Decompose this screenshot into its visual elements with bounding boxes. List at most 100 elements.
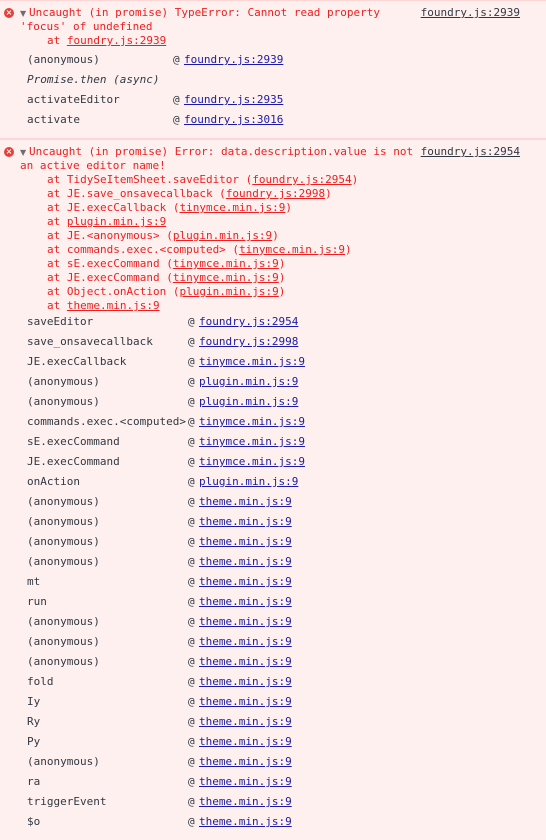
call-stack-frame[interactable]: Iy @ theme.min.js:9 — [27, 694, 507, 710]
frame-function-name: activate — [27, 113, 80, 126]
frame-location-link[interactable]: theme.min.js:9 — [199, 714, 292, 730]
call-stack-frame[interactable]: activateEditor @ foundry.js:2935 — [27, 92, 507, 108]
call-stack-frame[interactable]: (anonymous) @ theme.min.js:9 — [27, 634, 507, 650]
expand-triangle-icon[interactable]: ▼ — [20, 148, 26, 157]
frame-function-name: onAction — [27, 475, 80, 488]
stack-location-link[interactable]: plugin.min.js:9 — [67, 215, 166, 228]
frame-location-link[interactable]: theme.min.js:9 — [199, 794, 292, 810]
frame-location-link[interactable]: foundry.js:2998 — [199, 334, 298, 350]
call-stack-frame[interactable]: run @ theme.min.js:9 — [27, 594, 507, 610]
call-stack-frame[interactable]: (anonymous) @ theme.min.js:9 — [27, 514, 507, 530]
at-symbol: @ — [188, 815, 195, 828]
frame-location-link[interactable]: theme.min.js:9 — [199, 654, 292, 670]
at-symbol: @ — [188, 395, 195, 408]
call-stack-frame[interactable]: (anonymous) @ theme.min.js:9 — [27, 534, 507, 550]
stack-location-link[interactable]: foundry.js:2954 — [252, 173, 351, 186]
frame-function-name: (anonymous) — [27, 655, 100, 668]
call-stack-frame[interactable]: (anonymous) @ theme.min.js:9 — [27, 614, 507, 630]
error-source-link[interactable]: foundry.js:2954 — [421, 145, 520, 159]
stack-location-link[interactable]: theme.min.js:9 — [67, 299, 160, 312]
stack-location-link[interactable]: foundry.js:2939 — [67, 34, 166, 47]
call-stack-frame[interactable]: Py @ theme.min.js:9 — [27, 734, 507, 750]
frame-location-link[interactable]: foundry.js:3016 — [184, 112, 283, 128]
frame-location-link[interactable]: foundry.js:2954 — [199, 314, 298, 330]
frame-location-link[interactable]: plugin.min.js:9 — [199, 474, 298, 490]
stack-location-link[interactable]: tinymce.min.js:9 — [173, 257, 279, 270]
call-stack-frame[interactable]: JE.execCallback @ tinymce.min.js:9 — [27, 354, 507, 370]
call-stack-frame[interactable]: fold @ theme.min.js:9 — [27, 674, 507, 690]
frame-function-name: (anonymous) — [27, 495, 100, 508]
at-symbol: @ — [173, 113, 180, 126]
frame-location-link[interactable]: foundry.js:2939 — [184, 52, 283, 68]
stack-location-link[interactable]: foundry.js:2998 — [226, 187, 325, 200]
frame-location-link[interactable]: tinymce.min.js:9 — [199, 414, 305, 430]
error-message-line: an active editor name! — [20, 159, 166, 172]
call-stack-frame[interactable]: (anonymous) @ foundry.js:2939 — [27, 52, 507, 68]
frame-location-link[interactable]: theme.min.js:9 — [199, 814, 292, 830]
frame-location-link[interactable]: theme.min.js:9 — [199, 494, 292, 510]
stack-location-link[interactable]: tinymce.min.js:9 — [179, 201, 285, 214]
stack-trace-line: at plugin.min.js:9 — [47, 215, 167, 228]
stack-trace-line: at JE.save_onsavecallback (foundry.js:29… — [47, 187, 332, 200]
error-icon: × — [4, 8, 14, 18]
stack-location-link[interactable]: tinymce.min.js:9 — [239, 243, 345, 256]
call-stack-frame[interactable]: $o @ theme.min.js:9 — [27, 814, 507, 830]
frame-function-name: sE.execCommand — [27, 435, 120, 448]
stack-location-link[interactable]: tinymce.min.js:9 — [173, 271, 279, 284]
frame-location-link[interactable]: tinymce.min.js:9 — [199, 354, 305, 370]
frame-location-link[interactable]: theme.min.js:9 — [199, 694, 292, 710]
frame-location-link[interactable]: theme.min.js:9 — [199, 614, 292, 630]
call-stack-frame[interactable]: commands.exec.<computed> @ tinymce.min.js:… — [27, 414, 507, 430]
frame-location-link[interactable]: theme.min.js:9 — [199, 754, 292, 770]
stack-trace-line: at sE.execCommand (tinymce.min.js:9) — [47, 257, 286, 270]
frame-location-link[interactable]: plugin.min.js:9 — [199, 394, 298, 410]
at-symbol: @ — [188, 355, 195, 368]
call-stack-frame[interactable]: (anonymous) @ theme.min.js:9 — [27, 494, 507, 510]
frame-location-link[interactable]: theme.min.js:9 — [199, 534, 292, 550]
error-source-link[interactable]: foundry.js:2939 — [421, 6, 520, 20]
at-symbol: @ — [188, 755, 195, 768]
call-stack-frame[interactable]: (anonymous) @ theme.min.js:9 — [27, 554, 507, 570]
expand-triangle-icon[interactable]: ▼ — [20, 9, 26, 18]
frame-location-link[interactable]: theme.min.js:9 — [199, 574, 292, 590]
frame-location-link[interactable]: theme.min.js:9 — [199, 634, 292, 650]
call-stack-frame[interactable]: activate @ foundry.js:3016 — [27, 112, 507, 128]
call-stack-frame[interactable]: (anonymous) @ theme.min.js:9 — [27, 754, 507, 770]
at-symbol: @ — [188, 555, 195, 568]
frame-location-link[interactable]: theme.min.js:9 — [199, 734, 292, 750]
frame-function-name: saveEditor — [27, 315, 94, 328]
at-symbol: @ — [188, 515, 195, 528]
frame-location-link[interactable]: theme.min.js:9 — [199, 554, 292, 570]
frame-location-link[interactable]: theme.min.js:9 — [199, 774, 292, 790]
call-stack-frame[interactable]: JE.execCommand @ tinymce.min.js:9 — [27, 454, 507, 470]
call-stack-frame[interactable]: Ry @ theme.min.js:9 — [27, 714, 507, 730]
frame-location-link[interactable]: theme.min.js:9 — [199, 674, 292, 690]
at-symbol: @ — [188, 735, 195, 748]
call-stack-frame[interactable]: triggerEvent @ theme.min.js:9 — [27, 794, 507, 810]
call-stack-frame[interactable]: mt @ theme.min.js:9 — [27, 574, 507, 590]
call-stack-frame[interactable]: (anonymous) @ plugin.min.js:9 — [27, 374, 507, 390]
error-icon: × — [4, 147, 14, 157]
stack-location-link[interactable]: plugin.min.js:9 — [179, 285, 278, 298]
frame-location-link[interactable]: tinymce.min.js:9 — [199, 434, 305, 450]
stack-location-link[interactable]: plugin.min.js:9 — [173, 229, 272, 242]
at-symbol: @ — [173, 93, 180, 106]
frame-function-name: Iy — [27, 695, 41, 708]
frame-location-link[interactable]: foundry.js:2935 — [184, 92, 283, 108]
error-message-line: Uncaught (in promise) Error: data.descri… — [29, 145, 414, 158]
at-symbol: @ — [188, 775, 195, 788]
call-stack-frame[interactable]: (anonymous) @ plugin.min.js:9 — [27, 394, 507, 410]
frame-location-link[interactable]: plugin.min.js:9 — [199, 374, 298, 390]
call-stack-frame[interactable]: sE.execCommand @ tinymce.min.js:9 — [27, 434, 507, 450]
frame-location-link[interactable]: theme.min.js:9 — [199, 594, 292, 610]
call-stack-frame[interactable]: onAction @ plugin.min.js:9 — [27, 474, 507, 490]
call-stack-frame[interactable]: saveEditor @ foundry.js:2954 — [27, 314, 507, 330]
call-stack-frame[interactable]: (anonymous) @ theme.min.js:9 — [27, 654, 507, 670]
frame-function-name: (anonymous) — [27, 755, 100, 768]
frame-location-link[interactable]: theme.min.js:9 — [199, 514, 292, 530]
frame-location-link[interactable]: tinymce.min.js:9 — [199, 454, 305, 470]
call-stack-frame[interactable]: save_onsavecallback @ foundry.js:2998 — [27, 334, 507, 350]
at-symbol: @ — [188, 615, 195, 628]
call-stack-frame[interactable]: ra @ theme.min.js:9 — [27, 774, 507, 790]
at-symbol: @ — [173, 53, 180, 66]
